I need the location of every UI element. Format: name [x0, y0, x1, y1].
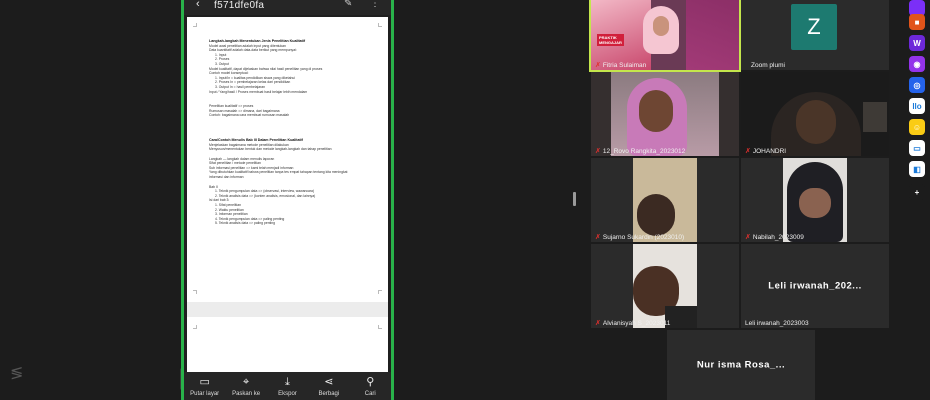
mic-muted-icon: ✗ — [745, 234, 751, 241]
share-label: Berbagi — [318, 391, 340, 397]
participant-name: Nabilah_2023009 — [752, 234, 804, 241]
search-button[interactable]: ⚲ Cari — [351, 376, 389, 397]
participant-display-name: Leli irwanah_202... — [768, 280, 862, 292]
video-tile-p2[interactable]: Z Zoom plumi — [741, 0, 889, 70]
fit-to-button[interactable]: ⌖ Paskan ke — [227, 376, 265, 397]
avatar: Z — [791, 4, 837, 50]
shared-screen: ‹ f571dfe0fa ✎ ⋮ Langkah-langkah Menentu… — [181, 0, 394, 400]
video-tile-p3[interactable]: ✗ 12_Rovo Rangkita_2023012 — [591, 72, 739, 156]
search-label: Cari — [364, 391, 376, 397]
fit-to-label: Paskan ke — [232, 391, 261, 397]
back-icon[interactable]: ‹ — [196, 0, 200, 10]
document-viewer[interactable]: Langkah-langkah Menentukan Jenis Penelit… — [187, 17, 388, 377]
fit-to-icon: ⌖ — [242, 376, 250, 388]
rotate-screen-label: Putar layar — [190, 391, 220, 397]
add-app-icon[interactable]: + — [909, 184, 925, 200]
video-tile-p5[interactable]: ✗ Sujarno Sukardin (2023010) — [591, 158, 739, 242]
app-shortcut-icon[interactable]: llo — [909, 98, 925, 114]
document-text-line: 5. Teknik analisis data => paling pentin… — [215, 221, 276, 226]
app-shortcut-icon[interactable]: ☺ — [909, 119, 925, 135]
splitter-handle[interactable] — [573, 192, 576, 206]
file-name: f571dfe0fa — [214, 0, 265, 11]
share-icon: ⋖ — [324, 376, 334, 388]
viewer-topbar: ‹ f571dfe0fa ✎ ⋮ — [184, 0, 391, 15]
viewer-toolbar: ▭ Putar layar ⌖ Paskan ke ⤓ Ekspor ⋖ Berbagi ⚲ Ca… — [184, 372, 391, 400]
participant-name: Sujarno Sukardin (2023010) — [602, 234, 685, 241]
participant-name: Zoom plumi — [751, 62, 785, 69]
export-label: Ekspor — [278, 391, 297, 397]
video-tile-p7[interactable]: ✗ Alvianisyah S_2023011 — [591, 244, 739, 328]
search-icon: ⚲ — [366, 376, 375, 388]
participant-name: JOHANDRI — [752, 148, 787, 155]
mic-muted-icon: ✗ — [595, 320, 601, 327]
name-tile-p9[interactable]: Nur isma Rosa_... — [667, 330, 815, 400]
zoom-meeting-window: ≶ ‹ f571dfe0fa ✎ ⋮ Langkah-langkah Menen… — [0, 0, 930, 400]
rotate-screen-button[interactable]: ▭ Putar layar — [186, 376, 224, 397]
more-options-icon[interactable]: ⋮ — [370, 0, 380, 9]
mic-muted-icon: ✗ — [595, 148, 601, 155]
participant-name: 12_Rovo Rangkita_2023012 — [602, 148, 686, 155]
app-shortcut-icon[interactable]: ▭ — [909, 140, 925, 156]
app-shortcut-icon[interactable]: ◧ — [909, 161, 925, 177]
app-logo-icon: ≶ — [10, 365, 24, 382]
mic-muted-icon: ✗ — [745, 148, 751, 155]
app-shortcut-icon[interactable]: ◎ — [909, 77, 925, 93]
participant-name: Leli irwanah_2023003 — [745, 320, 809, 327]
apps-sidebar: ■ W ◉ ◎ llo ☺ ▭ ◧ + — [905, 0, 930, 400]
share-button[interactable]: ⋖ Berbagi — [310, 376, 348, 397]
document-page-1: Langkah-langkah Menentukan Jenis Penelit… — [187, 17, 388, 302]
edit-icon[interactable]: ✎ — [344, 0, 352, 9]
name-tile-p8[interactable]: Leli irwanah_202... Leli irwanah_2023003 — [741, 244, 889, 328]
app-shortcut-icon[interactable]: ■ — [909, 14, 925, 30]
mic-muted-icon: ✗ — [595, 234, 601, 241]
export-icon: ⤓ — [285, 376, 290, 388]
export-button[interactable]: ⤓ Ekspor — [268, 376, 306, 397]
participant-name: Alvianisyah S_2023011 — [602, 320, 671, 327]
video-tile-p4[interactable]: ✗ JOHANDRI — [741, 72, 889, 156]
participant-display-name: Nur isma Rosa_... — [696, 359, 786, 371]
rotate-screen-icon: ▭ — [199, 376, 210, 388]
video-tile-p1[interactable]: PRAKTIK MENGAJAR ✗ Fitria Sulaiman — [589, 0, 741, 72]
participant-name: Fitria Sulaiman — [602, 62, 647, 69]
mic-muted-icon: ✗ — [595, 62, 601, 69]
app-shortcut-icon[interactable]: W — [909, 35, 925, 51]
document-page-2 — [187, 317, 388, 377]
app-shortcut-icon[interactable]: ◉ — [909, 56, 925, 72]
video-tile-p6[interactable]: ✗ Nabilah_2023009 — [741, 158, 889, 242]
